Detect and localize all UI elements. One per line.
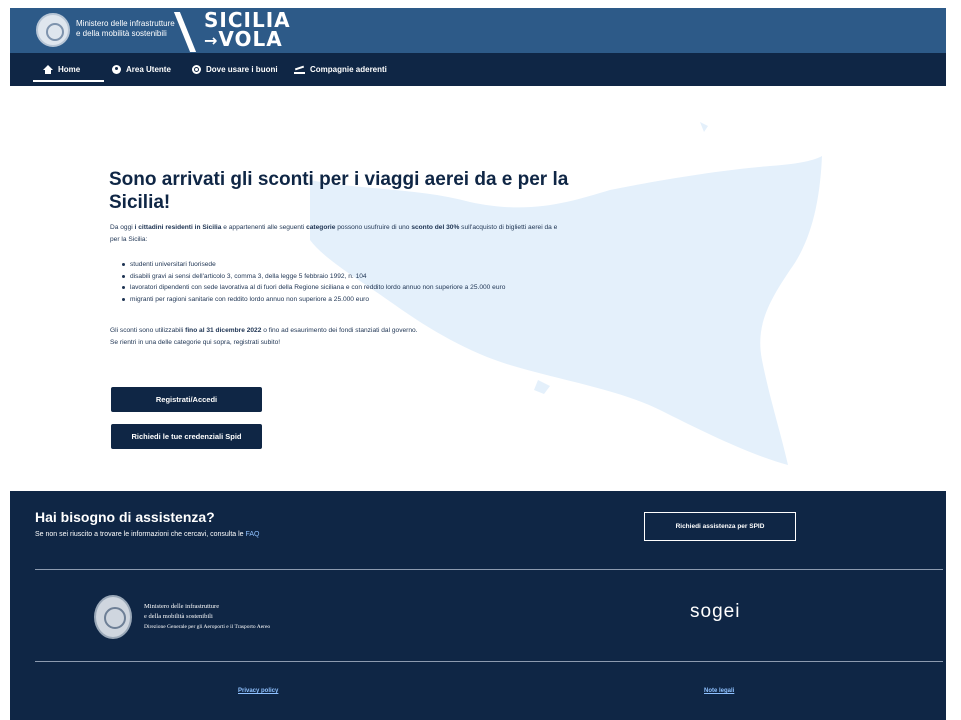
top-header: Ministero delle infrastrutture e della m… bbox=[10, 8, 946, 53]
hero-note: Gli sconti sono utilizzabili fino al 31 … bbox=[110, 325, 560, 349]
list-item: lavoratori dipendenti con sede lavorativ… bbox=[122, 282, 567, 294]
user-icon bbox=[112, 65, 121, 74]
nav-item-label: Area Utente bbox=[126, 65, 171, 74]
nav-item-home[interactable]: Home bbox=[32, 53, 105, 86]
logo-slash-icon bbox=[173, 12, 197, 52]
list-item: migranti per ragioni sanitarie con reddi… bbox=[122, 294, 567, 306]
request-spid-button[interactable]: Richiedi le tue credenziali Spid bbox=[111, 424, 262, 449]
logo-word-vola: VOLA bbox=[218, 27, 283, 51]
faq-link[interactable]: FAQ bbox=[246, 531, 260, 538]
ministry-line-1: Ministero delle infrastrutture bbox=[76, 19, 175, 28]
privacy-policy-link[interactable]: Privacy policy bbox=[238, 688, 278, 694]
nav-item-dove-usare[interactable]: Dove usare i buoni bbox=[192, 53, 278, 86]
legal-notes-link[interactable]: Note legali bbox=[704, 688, 734, 694]
republic-emblem-icon bbox=[94, 595, 132, 639]
footer: Hai bisogno di assistenza? Se non sei ri… bbox=[10, 491, 946, 720]
list-item: studenti universitari fuorisede bbox=[122, 259, 567, 271]
sicilia-vola-logo[interactable]: SICILIA →VOLA bbox=[204, 10, 291, 51]
footer-divider bbox=[35, 569, 943, 570]
hero-title: Sono arrivati gli sconti per i viaggi ae… bbox=[109, 169, 569, 213]
help-text: Se non sei riuscito a trovare le informa… bbox=[35, 531, 260, 538]
ministry-line-2: e della mobilità sostenibili bbox=[76, 29, 167, 38]
main-nav: Home Area Utente Dove usare i buoni Comp… bbox=[10, 53, 946, 86]
home-icon bbox=[43, 65, 53, 74]
hero-note-line-2: Se rientri in una delle categorie qui so… bbox=[110, 339, 281, 346]
list-item: disabili gravi ai sensi dell'articolo 3,… bbox=[122, 271, 567, 283]
target-icon bbox=[192, 65, 201, 74]
logo-plane-icon: → bbox=[204, 31, 219, 50]
spid-assistance-button[interactable]: Richiedi assistenza per SPID bbox=[644, 512, 796, 541]
register-login-button[interactable]: Registrati/Accedi bbox=[111, 387, 262, 412]
category-list: studenti universitari fuorisede disabili… bbox=[122, 259, 567, 305]
republic-emblem-icon bbox=[36, 13, 70, 47]
plane-icon bbox=[294, 66, 305, 74]
hero-intro-text: Da oggi i cittadini residenti in Sicilia… bbox=[110, 224, 558, 243]
nav-item-label: Home bbox=[58, 65, 81, 74]
help-title: Hai bisogno di assistenza? bbox=[35, 509, 215, 525]
nav-item-area-utente[interactable]: Area Utente bbox=[112, 53, 171, 86]
nav-item-compagnie[interactable]: Compagnie aderenti bbox=[294, 53, 387, 86]
sogei-logo[interactable]: sogei bbox=[690, 601, 740, 623]
footer-divider bbox=[35, 661, 943, 662]
nav-item-label: Dove usare i buoni bbox=[206, 65, 278, 74]
footer-ministry-name[interactable]: Ministero delle infrastrutture e della m… bbox=[144, 602, 270, 632]
ministry-name[interactable]: Ministero delle infrastrutture e della m… bbox=[76, 19, 175, 39]
nav-item-label: Compagnie aderenti bbox=[310, 65, 387, 74]
